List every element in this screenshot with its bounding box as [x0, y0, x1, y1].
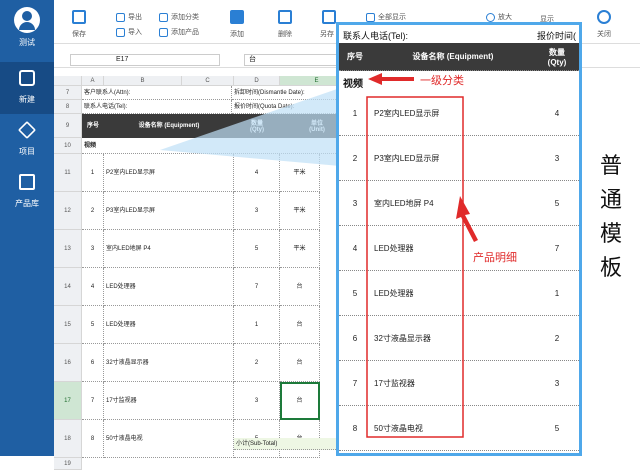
annotation-layer — [366, 73, 478, 438]
detail-arrow — [456, 196, 478, 242]
row-header[interactable]: 19 — [54, 458, 82, 470]
level1-category-annotation: 一级分类 — [420, 74, 464, 87]
product-detail-annotation: 产品明细 — [473, 251, 517, 264]
level1-arrow — [368, 73, 414, 85]
template-title: 普通模板 — [599, 154, 622, 281]
product-detail-box — [366, 96, 464, 438]
